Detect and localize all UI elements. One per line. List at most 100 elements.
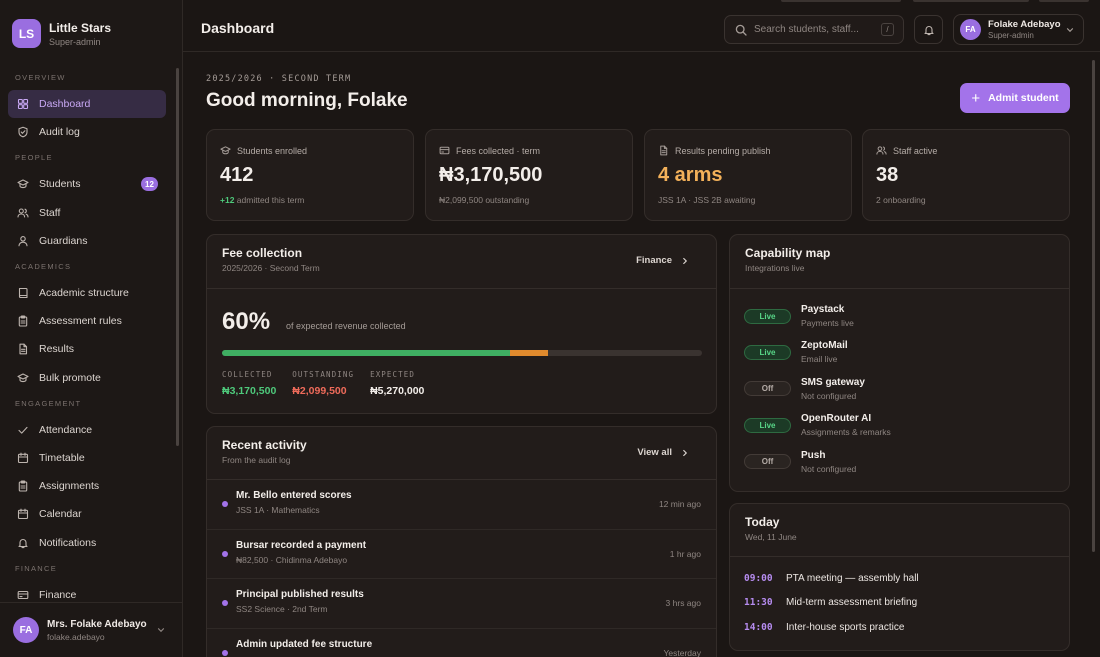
main-scrollbar[interactable]	[1092, 60, 1095, 552]
stat-sub: ₦2,099,500 outstanding	[439, 195, 529, 205]
sidebar-item-academic-structure[interactable]: Academic structure	[8, 279, 166, 307]
stat-value: 38	[876, 164, 899, 186]
sidebar-item-label: Academic structure	[39, 287, 129, 300]
brand-logo: LS	[12, 19, 41, 48]
capability-push: Off Push Not configured	[744, 446, 856, 478]
sidebar-item-label: Calendar	[39, 508, 82, 521]
stat-card-fees-collected-term[interactable]: Fees collected · term ₦3,170,500 ₦2,099,50…	[425, 129, 633, 221]
plus-icon: +	[971, 89, 981, 107]
search-shortcut: /	[881, 23, 894, 36]
expected-value: ₦5,270,000	[370, 385, 425, 397]
activity-time: Yesterday	[663, 647, 702, 657]
top-edge-tab	[1039, 0, 1089, 2]
nav-section-label: ENGAGEMENT	[15, 398, 82, 408]
activity-row[interactable]: Bursar recorded a payment ₦82,500 · Chidi…	[207, 530, 716, 579]
sidebar-item-students[interactable]: Students 12	[8, 170, 166, 198]
notifications-button[interactable]	[914, 15, 943, 44]
stat-value: 412	[220, 164, 254, 186]
divider	[207, 288, 716, 289]
sidebar-item-notifications[interactable]: Notifications	[8, 528, 166, 556]
page-title: Dashboard	[201, 20, 275, 36]
activity-detail: SS2 Science · 2nd Term	[236, 604, 328, 614]
event-row[interactable]: 14:00 Inter-house sports practice	[744, 622, 904, 633]
activity-title: Mr. Bello entered scores	[236, 490, 352, 501]
sidebar-item-dashboard[interactable]: Dashboard	[8, 90, 166, 119]
nav-section-label: ACADEMICS	[15, 261, 72, 271]
sidebar-item-calendar[interactable]: Calendar	[8, 500, 166, 528]
stat-sub: 2 onboarding	[876, 195, 926, 205]
capability-zeptomail: Live ZeptoMail Email live	[744, 336, 848, 368]
nav-section-label: OVERVIEW	[15, 73, 66, 82]
chevron-down-icon	[156, 625, 166, 635]
stat-label-text: Staff active	[893, 145, 938, 156]
capability-desc: Not configured	[801, 463, 857, 474]
activity-row[interactable]: Mr. Bello entered scores JSS 1A · Mathema…	[207, 480, 716, 530]
activity-time: 1 hr ago	[669, 548, 701, 559]
event-row[interactable]: 11:30 Mid-term assessment briefing	[744, 597, 917, 608]
event-time: 14:00	[744, 621, 773, 633]
users-icon	[876, 145, 887, 156]
sidebar-item-audit-log[interactable]: Audit log	[8, 118, 166, 146]
topbar: Dashboard / FA Folake Adebayo Super-admi…	[183, 0, 1100, 52]
stat-sub-text: admitted this term	[236, 195, 305, 205]
admit-student-label: Admit student	[988, 92, 1059, 104]
fee-collection-card: Fee collection 2025/2026 · Second Term F…	[206, 234, 717, 414]
stat-card-results-pending-publish[interactable]: Results pending publish 4 arms JSS 1A · JS…	[644, 129, 852, 221]
stat-card-students-enrolled[interactable]: Students enrolled 412 +12 admitted this te…	[206, 129, 414, 221]
sidebar-item-assessment-rules[interactable]: Assessment rules	[8, 307, 166, 335]
activity-detail: ₦82,500 · Chidinma Adebayo	[236, 554, 348, 565]
search-box[interactable]: /	[724, 15, 904, 44]
sidebar-item-staff[interactable]: Staff	[8, 199, 166, 227]
sidebar-item-label: Assignments	[39, 480, 100, 493]
profile-name: Folake Adebayo	[988, 19, 1061, 30]
stat-label: Fees collected · term	[439, 145, 540, 156]
view-all-link[interactable]: View all	[637, 447, 690, 458]
status-pill: Live	[744, 417, 791, 433]
admit-student-button[interactable]: + Admit student	[960, 83, 1070, 113]
sidebar-scrollbar[interactable]	[176, 68, 179, 446]
clipboard-icon	[17, 480, 29, 492]
capability-openrouter-ai: Live OpenRouter AI Assignments & remarks	[744, 409, 891, 441]
sidebar: LS Little Stars Super-admin OVERVIEW Dash…	[0, 0, 183, 657]
status-pill: Off	[744, 454, 791, 470]
users-icon	[17, 207, 29, 219]
avatar: FA	[13, 617, 39, 643]
brand-name: Little Stars	[49, 20, 112, 35]
today-date: Wed, 11 June	[745, 532, 797, 542]
activity-title: Admin updated fee structure	[236, 638, 373, 650]
sidebar-item-label: Students	[39, 178, 81, 191]
view-all-label: View all	[637, 447, 672, 458]
stat-label-text: Fees collected · term	[456, 145, 541, 156]
brand[interactable]: LS Little Stars Super-admin	[12, 19, 111, 48]
capability-desc: Email live	[801, 354, 838, 365]
sidebar-item-guardians[interactable]: Guardians	[8, 227, 166, 255]
capability-name: Paystack	[801, 304, 845, 315]
activity-row[interactable]: Principal published results SS2 Science ·…	[207, 579, 716, 629]
stat-sub-text: JSS 1A · JSS 2B awaiting	[658, 195, 756, 205]
sidebar-item-label: Notifications	[39, 536, 97, 549]
collection-progress-bar	[222, 350, 702, 356]
sidebar-item-attendance[interactable]: Attendance	[8, 416, 166, 444]
stat-sub-text: 2 onboarding	[876, 195, 926, 205]
file-text-icon	[17, 343, 29, 355]
graduation-cap-icon	[17, 372, 29, 384]
sidebar-user-menu[interactable]: FA Mrs. Folake Adebayo folake.adebayo	[0, 602, 182, 657]
collection-caption: of expected revenue collected	[286, 321, 406, 331]
capability-desc: Payments live	[801, 318, 854, 328]
activity-dot	[222, 649, 228, 656]
sidebar-item-assignments[interactable]: Assignments	[8, 472, 166, 500]
stat-card-staff-active[interactable]: Staff active 38 2 onboarding	[862, 129, 1070, 221]
sidebar-item-bulk-promote[interactable]: Bulk promote	[8, 364, 166, 392]
sidebar-item-timetable[interactable]: Timetable	[8, 444, 166, 472]
search-input[interactable]	[754, 24, 872, 35]
today-title: Today	[745, 515, 780, 529]
graduation-cap-icon	[17, 178, 29, 190]
event-row[interactable]: 09:00 PTA meeting — assembly hall	[744, 573, 919, 584]
activity-row[interactable]: Admin updated fee structure Yesterday	[207, 629, 716, 657]
sidebar-item-label: Finance	[39, 588, 77, 601]
stat-label: Staff active	[876, 145, 937, 156]
calendar-icon	[17, 508, 29, 520]
finance-link[interactable]: Finance	[636, 255, 690, 266]
profile-menu[interactable]: FA Folake Adebayo Super-admin	[953, 14, 1084, 45]
sidebar-item-results[interactable]: Results	[8, 335, 166, 363]
